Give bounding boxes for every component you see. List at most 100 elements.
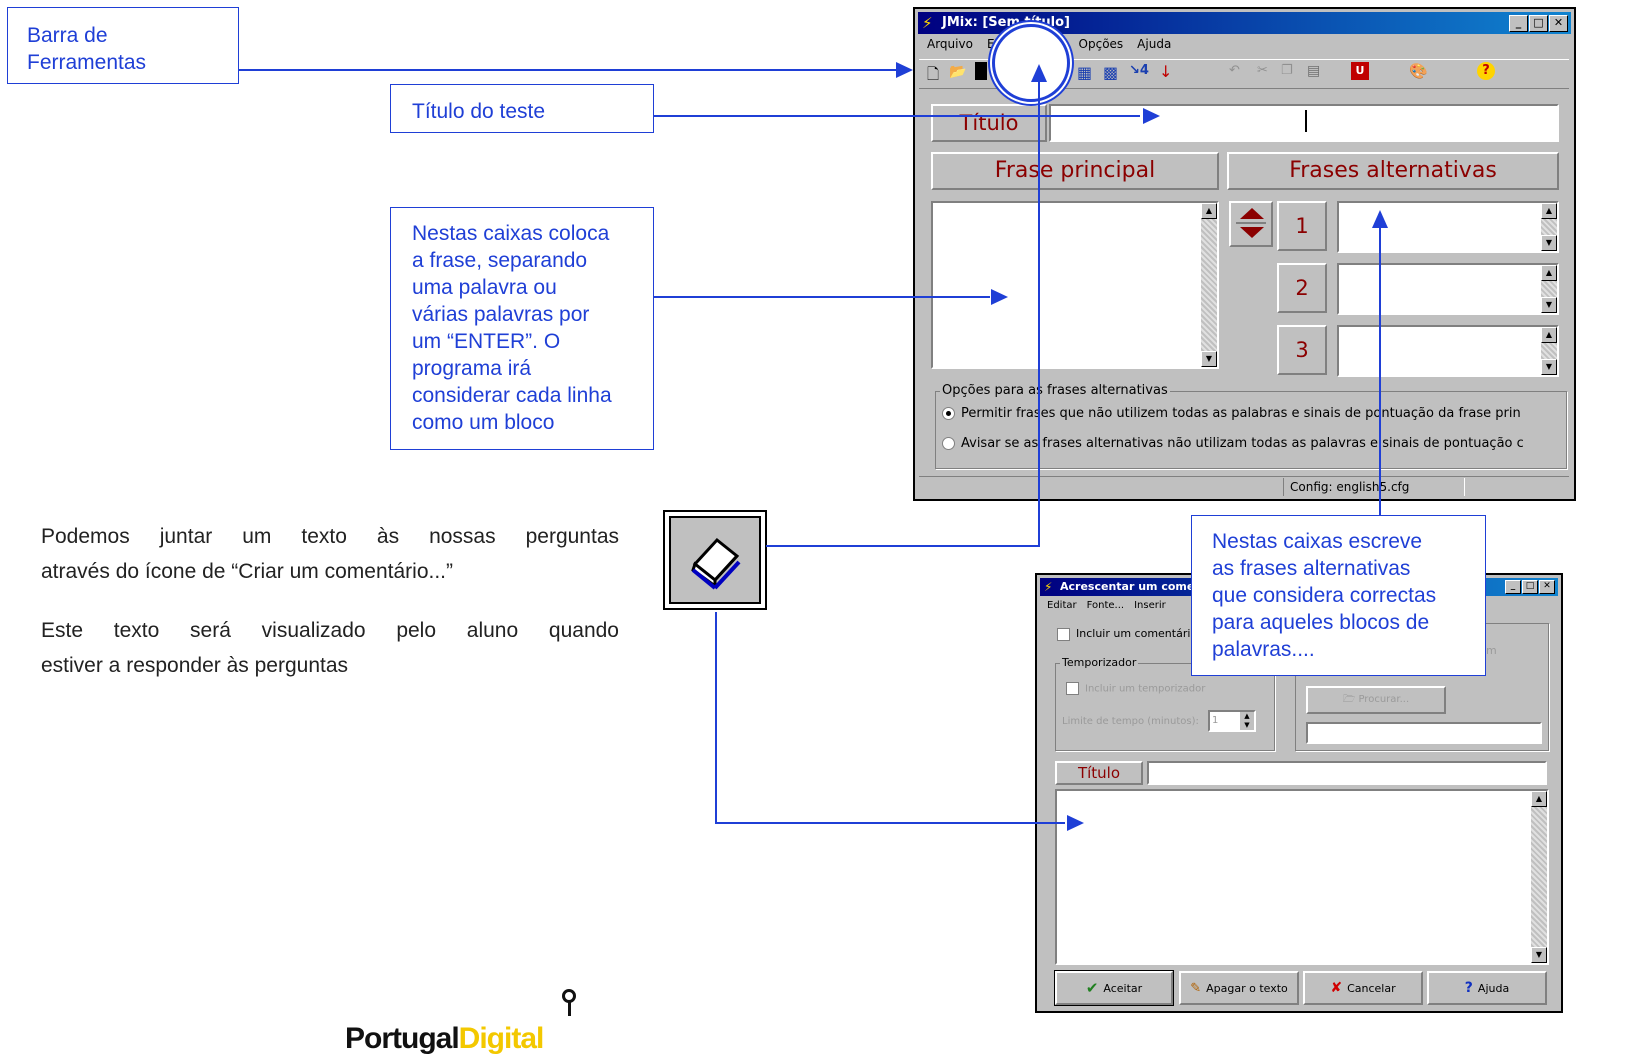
- include-comment-checkbox[interactable]: Incluir um comentário: [1057, 627, 1197, 641]
- web2-icon[interactable]: ▩: [1103, 63, 1118, 82]
- maximize-button[interactable]: □: [1529, 15, 1548, 32]
- unicode-icon[interactable]: U: [1351, 62, 1369, 80]
- alt-input-2[interactable]: ▲ ▼: [1337, 263, 1559, 315]
- new-icon[interactable]: 🗋: [927, 64, 939, 89]
- save-icon[interactable]: [975, 62, 987, 80]
- option2-label: Avisar se as frases alternativas não uti…: [961, 436, 1524, 451]
- jmix-logo-icon: ⚡: [922, 14, 933, 32]
- help-label: Ajuda: [1477, 981, 1510, 995]
- folder-icon: 🗁: [1342, 694, 1359, 705]
- logo-text-dark: Portugal: [345, 1022, 460, 1055]
- callout-main-line: a frase, separando: [412, 249, 588, 272]
- text-cursor: [1305, 110, 1307, 132]
- browse-button[interactable]: 🗁 Procurar...: [1306, 686, 1446, 714]
- logo-pin-stem: [568, 1002, 571, 1016]
- callout-title-test: Título do teste: [390, 84, 654, 133]
- dialog-close-button[interactable]: ✕: [1539, 580, 1555, 594]
- callout-alt-line: para aqueles blocos de: [1212, 611, 1430, 634]
- include-timer-label: Incluir um temporizador: [1085, 683, 1206, 695]
- web-icon[interactable]: ▦: [1077, 63, 1092, 82]
- minimize-button[interactable]: _: [1509, 15, 1528, 32]
- accept-button[interactable]: ✔ Aceitar: [1054, 970, 1174, 1006]
- portugal-digital-logo: PortugalDigital: [345, 1022, 545, 1056]
- p1-line1: Podemos juntar um texto às nossas pergun…: [41, 525, 619, 548]
- dialog-title-label: Título: [1055, 761, 1143, 785]
- spinner-icon[interactable]: ▲ ▼: [1240, 712, 1254, 730]
- highlight-circle: [992, 24, 1070, 102]
- cut-icon[interactable]: ✂: [1257, 63, 1268, 78]
- dialog-title-input[interactable]: [1147, 761, 1547, 785]
- arrow-down-icon[interactable]: ↓: [1159, 62, 1172, 81]
- alt-sentences-header: Frases alternativas: [1227, 152, 1559, 190]
- cancel-label: Cancelar: [1347, 981, 1396, 995]
- callout-main-line: várias palavras por: [412, 303, 590, 326]
- v4-icon[interactable]: ↘4: [1129, 63, 1149, 78]
- comment-scrollbar[interactable]: ▲ ▼: [1531, 791, 1547, 963]
- picture-group-label: m: [1486, 644, 1497, 657]
- comment-textarea[interactable]: ▲ ▼: [1055, 789, 1549, 965]
- dialog-menu-inserir[interactable]: Inserir: [1134, 600, 1166, 611]
- open-icon[interactable]: 📂: [949, 64, 966, 80]
- timer-legend: Temporizador: [1060, 656, 1139, 669]
- dialog-minimize-button[interactable]: _: [1505, 580, 1521, 594]
- p2-line1: Este texto será visualizado pelo aluno q…: [41, 619, 619, 642]
- paste-icon[interactable]: ▤: [1307, 63, 1320, 79]
- cancel-button[interactable]: ✘ Cancelar: [1303, 971, 1423, 1005]
- main-sentence-textarea[interactable]: ▲ ▼: [931, 201, 1219, 369]
- callout-alt-line: que considera correctas: [1212, 584, 1437, 607]
- main-sentence-header: Frase principal: [931, 152, 1219, 190]
- browse-button-label: Procurar...: [1358, 694, 1410, 705]
- option1-label: Permitir frases que não utilizem todas a…: [961, 406, 1521, 421]
- dialog-title-label-text: Título: [1077, 764, 1121, 782]
- title-input[interactable]: [1049, 104, 1559, 142]
- alt-number-2-text: 2: [1295, 276, 1309, 300]
- callout-main-line: um “ENTER”. O: [412, 330, 561, 353]
- time-limit-label: Limite de tempo (minutos):: [1062, 716, 1199, 727]
- menu-opcoes[interactable]: Opções: [1079, 37, 1124, 51]
- radio-checked-icon: [942, 407, 955, 420]
- callout-main-line: como um bloco: [412, 411, 555, 434]
- alt-input-3[interactable]: ▲ ▼: [1337, 325, 1559, 377]
- undo-icon[interactable]: ↶: [1229, 63, 1240, 78]
- move-up-down-button[interactable]: [1229, 201, 1273, 247]
- help-icon[interactable]: ?: [1477, 62, 1495, 80]
- main-sentence-header-text: Frase principal: [994, 158, 1156, 183]
- arrow-up-icon: [1240, 208, 1264, 219]
- alt-input-1[interactable]: ▲ ▼: [1337, 201, 1559, 253]
- comment-scroll-up-icon[interactable]: ▲: [1531, 791, 1547, 807]
- settings-icon[interactable]: 🎨: [1409, 62, 1428, 80]
- callout-main-line: considerar cada linha: [412, 384, 612, 407]
- create-comment-icon-frame[interactable]: [663, 510, 767, 610]
- scroll-up-icon[interactable]: ▲: [1201, 203, 1217, 219]
- time-limit-value: 1: [1212, 715, 1219, 726]
- close-button[interactable]: ✕: [1549, 15, 1568, 32]
- include-timer-checkbox[interactable]: Incluir um temporizador: [1066, 682, 1205, 695]
- paragraph-comment: Podemos juntar um texto às nossas pergun…: [41, 519, 619, 589]
- dialog-maximize-button[interactable]: □: [1522, 580, 1538, 594]
- clear-text-button[interactable]: ✎ Apagar o texto: [1179, 971, 1299, 1005]
- help-button[interactable]: ? Ajuda: [1427, 971, 1547, 1005]
- menu-ajuda[interactable]: Ajuda: [1137, 37, 1171, 51]
- x-icon: ✘: [1330, 980, 1343, 996]
- p2-line2: estiver a responder às perguntas: [41, 654, 349, 677]
- time-limit-input[interactable]: 1 ▲ ▼: [1208, 710, 1256, 732]
- clear-label: Apagar o texto: [1206, 981, 1288, 995]
- callout-main-boxes: Nestas caixas coloca a frase, separando …: [390, 207, 654, 450]
- logo-text-color: Digital: [458, 1022, 545, 1055]
- comment-scroll-down-icon[interactable]: ▼: [1531, 947, 1547, 963]
- dialog-menu-editar[interactable]: Editar: [1047, 600, 1077, 611]
- dialog-logo-icon: ⚡: [1044, 580, 1053, 594]
- picture-path-input[interactable]: [1306, 722, 1542, 744]
- checkbox-icon: [1057, 627, 1070, 641]
- option2-radio[interactable]: Avisar se as frases alternativas não uti…: [942, 436, 1524, 451]
- dialog-menu-fonte[interactable]: Fonte...: [1087, 600, 1124, 611]
- scroll-down-icon[interactable]: ▼: [1201, 351, 1217, 367]
- menu-arquivo[interactable]: Arquivo: [927, 37, 973, 51]
- option1-radio[interactable]: Permitir frases que não utilizem todas a…: [942, 406, 1521, 421]
- main-scrollbar[interactable]: ▲ ▼: [1201, 203, 1217, 367]
- callout-main-line: programa irá: [412, 357, 532, 380]
- copy-icon[interactable]: ❐: [1281, 63, 1293, 78]
- callout-alt-boxes: Nestas caixas escreve as frases alternat…: [1191, 515, 1486, 676]
- timer-checkbox-icon: [1066, 682, 1079, 695]
- check-icon: ✔: [1085, 979, 1099, 997]
